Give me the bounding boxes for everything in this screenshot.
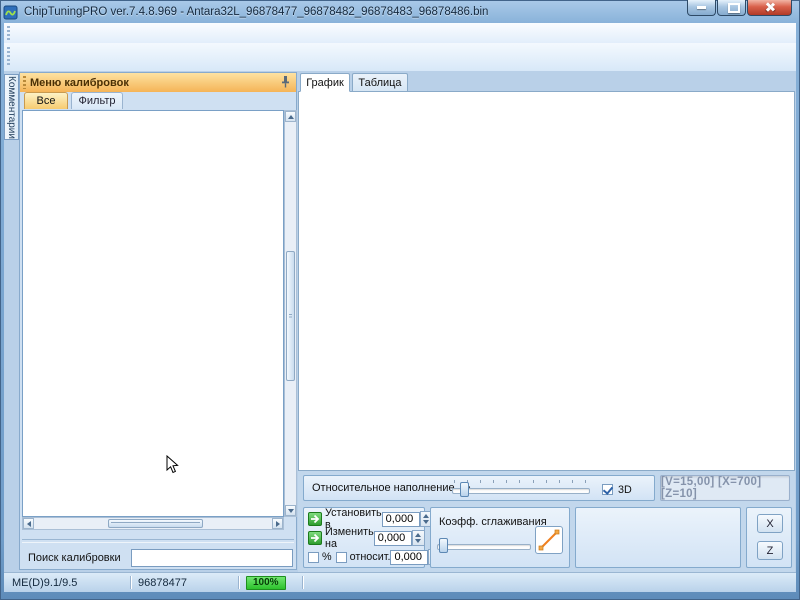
calibration-tree [22,110,284,517]
comments-side-tab[interactable]: Комментарии [4,74,19,140]
smoothing-slider-track[interactable] [437,544,531,550]
fill-slider-track[interactable] [452,488,590,494]
set-value-row: Установить в [308,511,420,527]
3d-checkbox-row[interactable]: 3D [596,483,632,497]
ecu-label: ME(D)9.1/9.5 [12,577,130,589]
chart-area[interactable] [298,91,795,471]
tab-table[interactable]: Таблица [352,73,408,92]
value-edit-group: Установить в Изменить на % относит. [303,507,425,568]
calibration-panel: Меню калибровок Все Фильтр Поиск калибро… [19,72,297,570]
smoothing-label: Коэфф. сглаживания [439,516,547,528]
smoothing-group: Коэфф. сглаживания [430,507,570,568]
interpolate-button[interactable] [535,526,563,554]
fill-slider-ticks [454,480,586,483]
status-bar: ME(D)9.1/9.5 96878477 100% [4,572,796,592]
tab-filter[interactable]: Фильтр [71,92,123,109]
vertical-scroll-thumb[interactable] [286,251,295,381]
horizontal-scroll-thumb[interactable] [108,519,203,528]
coordinate-readout: [V=15,00] [X=700] [Z=10] [660,475,790,501]
pin-icon[interactable] [280,75,291,91]
menu-grip [7,26,10,40]
scroll-up-button[interactable] [285,111,296,122]
scroll-right-button[interactable] [272,518,283,529]
relative-row: % относит. [308,549,420,565]
relative-value-input[interactable] [390,550,428,565]
display-options-group [575,507,741,568]
maximize-button[interactable] [717,0,746,16]
3d-checkbox[interactable] [602,484,613,495]
fill-label: Относительное наполнение, % [312,482,470,494]
menu-bar [4,23,796,44]
tree-vertical-scrollbar[interactable] [284,110,297,517]
search-label: Поиск калибровки [28,552,121,564]
file-id-label: 96878477 [138,577,238,589]
panel-grip [23,76,26,89]
relative-label: относит. [350,551,391,563]
window-title: ChipTuningPRO ver.7.4.8.969 - Antara32L_… [24,6,488,18]
toolbar [4,43,796,72]
change-value-spinner[interactable] [412,530,425,546]
change-value-row: Изменить на [308,530,420,546]
search-input[interactable] [131,549,293,567]
comments-side-tab-label: Комментарии [6,76,17,139]
title-bar[interactable]: ChipTuningPRO ver.7.4.8.969 - Antara32L_… [3,2,797,22]
z-axis-button[interactable]: Z [757,541,783,560]
app-icon [3,5,18,20]
tab-graph[interactable]: График [300,73,350,92]
window-buttons [686,0,792,16]
relative-checkbox[interactable] [336,552,347,563]
percent-checkbox[interactable] [308,552,319,563]
tree-horizontal-scrollbar[interactable] [22,517,284,530]
search-row: Поиск калибровки [20,547,296,569]
fill-slider-thumb[interactable] [460,482,469,497]
minimize-button[interactable] [687,0,716,16]
close-button[interactable] [747,0,792,16]
change-value-input[interactable] [374,531,412,546]
percent-label: % [322,551,332,563]
3d-checkbox-label: 3D [618,484,632,496]
progress-badge: 100% [246,576,286,590]
apply-change-button[interactable] [308,531,322,545]
application-window: ChipTuningPRO ver.7.4.8.969 - Antara32L_… [0,0,800,600]
axis-buttons-group: X Z [746,507,792,568]
set-value-input[interactable] [382,512,420,527]
fill-control-group: Относительное наполнение, % 3D [303,475,655,501]
calibration-panel-header: Меню калибровок [20,73,296,92]
surface-chart[interactable] [300,93,794,470]
x-axis-button[interactable]: X [757,514,783,533]
scroll-down-button[interactable] [285,505,296,516]
tab-all[interactable]: Все [24,92,68,109]
smoothing-slider-thumb[interactable] [439,538,448,553]
scroll-left-button[interactable] [23,518,34,529]
apply-set-button[interactable] [308,512,322,526]
calibration-panel-title: Меню калибровок [30,77,129,89]
change-label: Изменить на [325,526,374,550]
panel-divider [22,539,294,543]
toolbar-grip [7,47,10,67]
